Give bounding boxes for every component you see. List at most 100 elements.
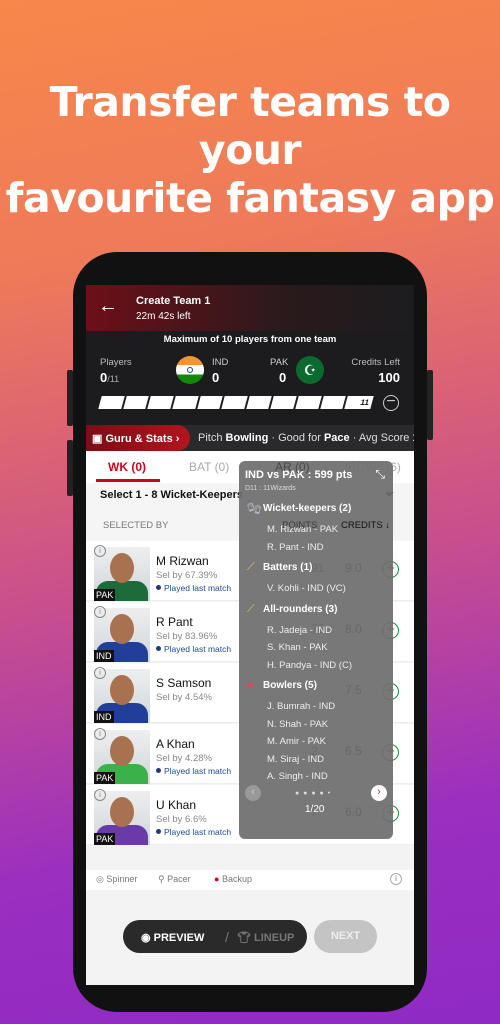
stats-icon: ▣ [92, 433, 106, 445]
headline-line-2: favourite fantasy app [5, 174, 495, 222]
tab-wk[interactable]: WK (0) [108, 460, 146, 474]
selected-by: Sel by 4.54% [156, 692, 212, 703]
ball-icon: ● [247, 679, 254, 691]
legend-bar: ◎ Spinner ⚲ Pacer ● Backup i [86, 870, 414, 890]
tab-ar[interactable]: AR (0) [275, 460, 310, 474]
footer: ◉ PREVIEW / 👕︎ LINEUP NEXT [86, 890, 414, 985]
next-button[interactable]: NEXT [314, 920, 377, 953]
timer: 22m 42s left [136, 311, 191, 322]
select-instruction: Select 1 - 8 Wicket-Keepers [100, 489, 243, 501]
pakistan-flag-icon: ☪ [296, 356, 324, 384]
popup-player: V. Kohli - IND (VC) [267, 583, 346, 594]
popup-player: S. Khan - PAK [267, 642, 328, 653]
popup-player: M. Amir - PAK [267, 736, 326, 747]
team-tag: IND [94, 650, 114, 662]
selected-by: Sel by 6.6% [156, 814, 207, 825]
player-name: R Pant [156, 615, 193, 629]
player-name: S Samson [156, 676, 212, 690]
header: ← Create Team 1 22m 42s left [86, 285, 414, 331]
phone-button [67, 440, 73, 496]
players-label: Players [100, 357, 132, 368]
team-rule: Maximum of 10 players from one team [163, 334, 337, 345]
prev-button[interactable]: ‹ [245, 785, 261, 801]
popup-player: A. Singh - IND [267, 771, 328, 782]
chevron-right-icon: › [175, 433, 180, 445]
legend-pacer: ⚲ Pacer [158, 874, 191, 884]
info-icon[interactable]: i [94, 606, 106, 618]
popup-player: R. Jadeja - IND [267, 624, 332, 636]
popup-player: M. Siraj - IND [267, 753, 324, 765]
info-icon[interactable]: i [390, 873, 402, 885]
team-preview-popup: IND vs PAK : 599 pts D11 : 11Wizards ⤡ ‹… [239, 461, 393, 839]
allrounder-icon: ⟋ [247, 602, 255, 615]
popup-player: J. Bumrah - IND [267, 701, 336, 712]
team-tag: PAK [94, 833, 116, 845]
pagination-dots: ● ● ● ● • [295, 790, 332, 797]
group-title: All-rounders (3) [263, 603, 338, 615]
player-name: U Khan [156, 798, 197, 812]
app-screen: ← Create Team 1 22m 42s left Maximum of … [86, 285, 414, 985]
info-icon[interactable]: i [94, 667, 106, 679]
info-icon[interactable]: i [94, 789, 106, 801]
info-icon[interactable]: i [94, 728, 106, 740]
page-indicator: 1/20 [305, 804, 325, 815]
divider: / [225, 929, 229, 945]
credits-left: 100 [378, 370, 400, 385]
group-title: Batters (1) [263, 562, 313, 573]
team-tag: IND [94, 711, 114, 723]
guru-stats-button[interactable]: ▣ Guru & Stats › [86, 425, 190, 451]
team-tag: PAK [94, 772, 116, 784]
player-name: M Rizwan [156, 554, 209, 568]
phone-button [427, 370, 433, 440]
headline-line-1: Transfer teams to your [49, 78, 451, 174]
headline: Transfer teams to your favourite fantasy … [0, 78, 500, 222]
bat-icon: ⟋ [247, 561, 255, 573]
credits-label: Credits Left [351, 357, 400, 368]
wicketkeeper-icon: 🧤︎ [247, 503, 261, 515]
back-arrow-icon[interactable]: ← [98, 295, 118, 318]
popup-player: H. Pandya - IND (C) [267, 659, 352, 671]
played-last-match: Played last match [156, 766, 231, 776]
india-flag-icon [176, 356, 204, 384]
group-title: Wicket-keepers (2) [263, 503, 352, 514]
clear-team-icon[interactable]: − [383, 394, 399, 411]
team2-label: PAK [270, 357, 289, 368]
next-page-button[interactable]: › [371, 785, 387, 801]
played-last-match: Played last match [156, 827, 231, 837]
team1-count: 0 [212, 370, 220, 385]
legend-backup: ● Backup [214, 874, 252, 884]
page-title: Create Team 1 [136, 295, 211, 307]
team1-label: IND [212, 357, 229, 368]
selected-by: Sel by 83.96% [156, 631, 218, 642]
group-title: Bowlers (5) [263, 680, 317, 691]
col-credits[interactable]: CREDITS ↓ [341, 520, 390, 531]
lineup-button[interactable]: 👕︎ LINEUP [237, 931, 294, 944]
shirt-icon: 👕︎ [237, 932, 255, 944]
played-last-match: Played last match [156, 583, 231, 593]
progress-end-label: 11 [344, 396, 374, 409]
eye-icon: ◉ [141, 932, 154, 944]
selected-by: Sel by 4.28% [156, 753, 212, 764]
tab-bat[interactable]: BAT (0) [189, 460, 229, 474]
preview-lineup-toggle: ◉ PREVIEW / 👕︎ LINEUP [123, 920, 307, 953]
guru-stats-bar: ▣ Guru & Stats › Pitch Bowling · Good fo… [86, 425, 414, 451]
played-last-match: Played last match [156, 644, 231, 654]
team-stats: Maximum of 10 players from one team Play… [86, 331, 414, 425]
popup-subtitle: D11 : 11Wizards [245, 485, 296, 492]
info-icon[interactable]: i [94, 545, 106, 557]
col-points[interactable]: POINTS [282, 520, 317, 531]
popup-player: N. Shah - PAK [267, 718, 329, 730]
collapse-icon[interactable]: ⤡ [375, 467, 385, 482]
popup-player: R. Pant - IND [267, 541, 324, 553]
phone-button [67, 370, 73, 426]
team2-count: 0 [279, 370, 287, 385]
preview-button[interactable]: ◉ PREVIEW [141, 931, 204, 944]
legend-spinner: ◎ Spinner [96, 874, 138, 884]
selected-by: Sel by 67.39% [156, 570, 218, 581]
player-name: A Khan [156, 737, 195, 751]
col-selected-by[interactable]: SELECTED BY [103, 520, 168, 531]
active-tab-indicator [96, 479, 160, 482]
team-tag: PAK [94, 589, 116, 601]
pitch-info: Pitch Bowling · Good for Pace · Avg Scor… [198, 432, 414, 444]
players-count: 0/11 [100, 370, 120, 385]
